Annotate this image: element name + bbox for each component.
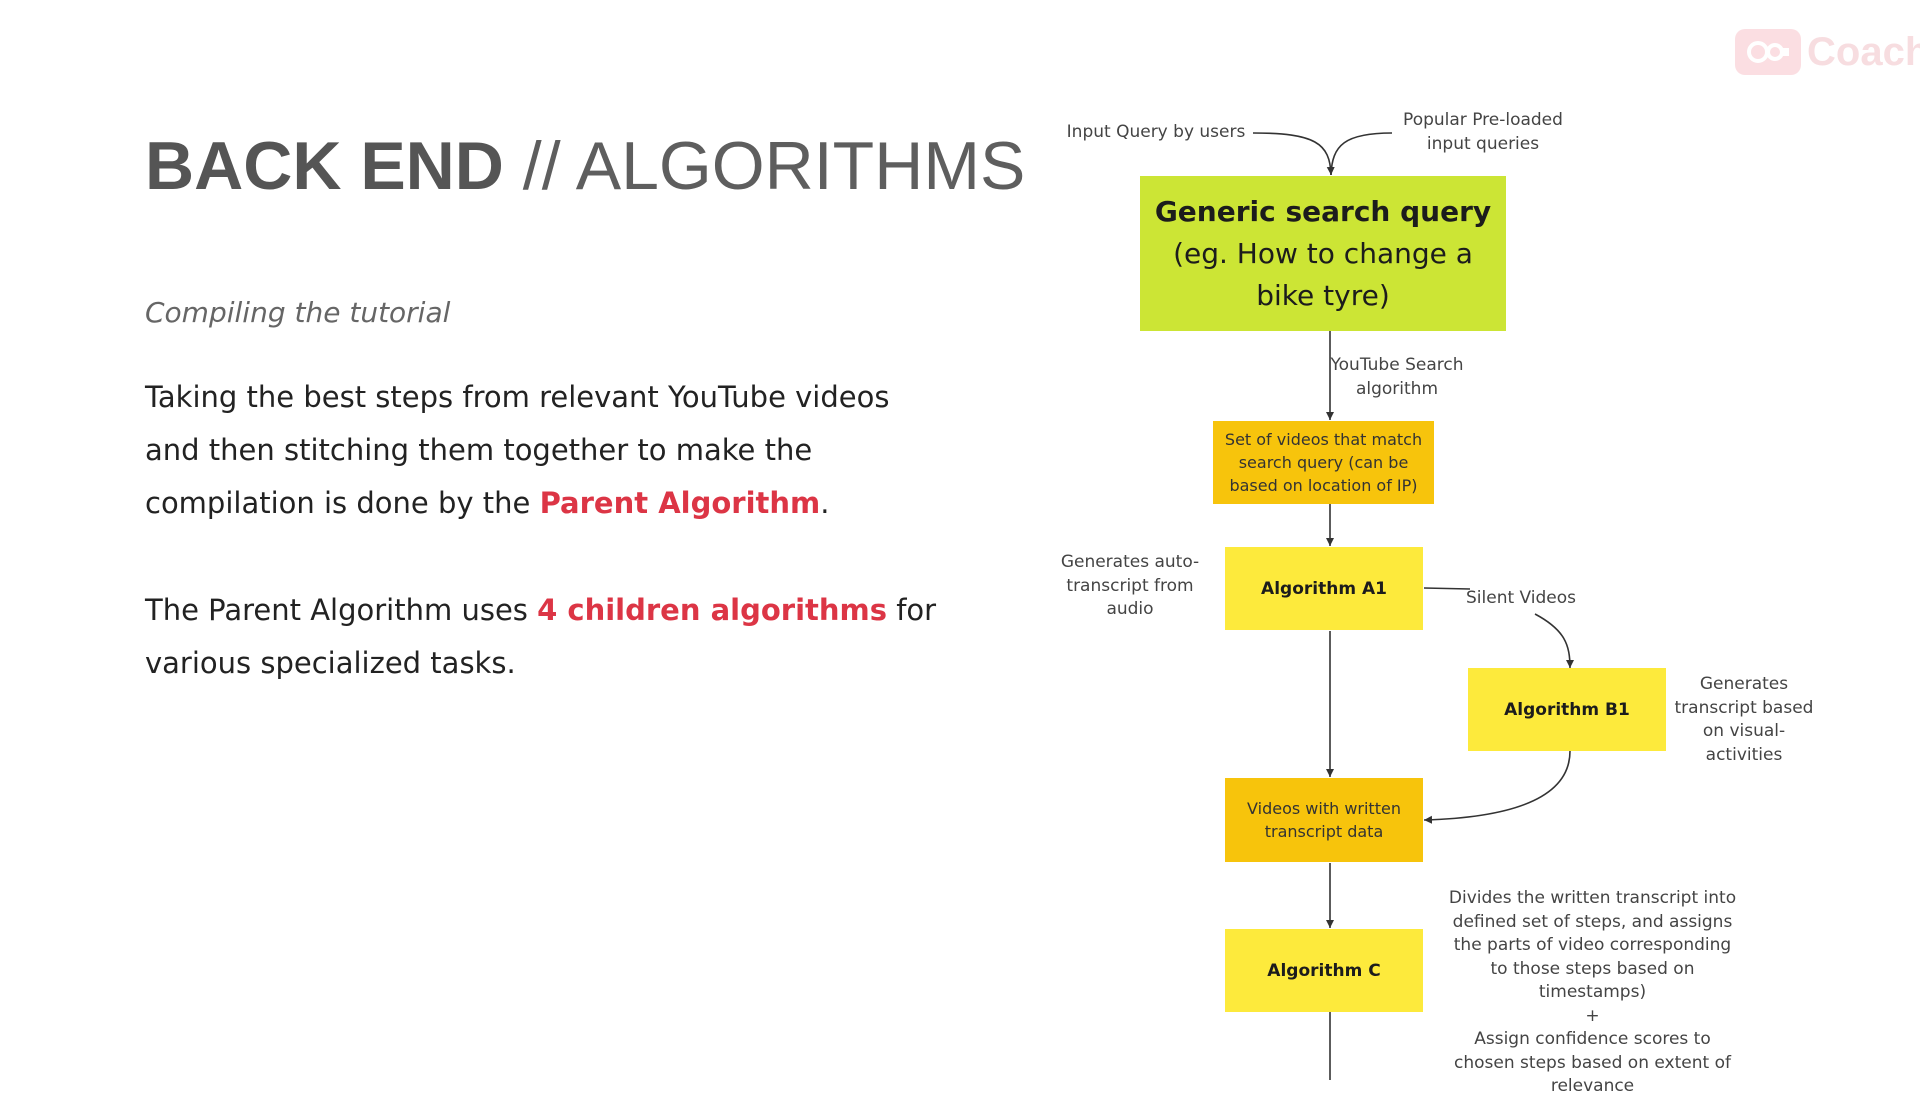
logo-text: Coach	[1807, 29, 1920, 74]
para2-text: The Parent Algorithm uses	[145, 593, 538, 627]
title-bold: BACK END	[145, 128, 504, 204]
algorithm-a1-box: Algorithm A1	[1225, 547, 1423, 630]
input-preloaded-label: Popular Pre-loaded input queries	[1403, 110, 1563, 154]
subtitle: Compiling the tutorial	[145, 296, 451, 329]
a1-note: Generates auto-transcript from audio	[1060, 552, 1200, 619]
para1-end: .	[820, 486, 830, 520]
input-users-label: Input Query by users	[1066, 122, 1246, 142]
description-paragraph-1: Taking the best steps from relevant YouT…	[145, 371, 945, 530]
arrow-b1-to-transcript	[1423, 750, 1571, 824]
c-note-part1: Divides the written transcript into defi…	[1448, 888, 1737, 1002]
parent-algorithm-highlight: Parent Algorithm	[539, 486, 821, 520]
b1-note: Generates transcript based on visual-act…	[1674, 674, 1814, 765]
videos-with-transcript-box: Videos with written transcript data	[1225, 778, 1423, 862]
generic-query-example: (eg. How to change a bike tyre)	[1173, 236, 1473, 312]
c-note-plus: +	[1585, 1005, 1600, 1026]
title-light: // ALGORITHMS	[503, 128, 1026, 204]
line-a1-to-silent	[1423, 587, 1471, 590]
description-paragraph-2: The Parent Algorithm uses 4 children alg…	[145, 584, 945, 690]
algorithm-c-box: Algorithm C	[1225, 929, 1423, 1012]
page-title: BACK END // ALGORITHMS	[145, 127, 1025, 205]
arrow-silent-to-b1	[1534, 613, 1574, 669]
youtube-search-label: YouTube Search algorithm	[1330, 355, 1464, 399]
arrow-users-to-query	[1252, 132, 1335, 176]
coach-logo: Coach	[1735, 26, 1920, 78]
set-of-videos-box: Set of videos that match search query (c…	[1213, 421, 1434, 504]
arrow-preloaded-to-query	[1330, 132, 1393, 176]
camera-reel-icon	[1735, 29, 1801, 75]
c-note-part2: Assign confidence scores to chosen steps…	[1454, 1029, 1731, 1096]
generic-query-title: Generic search query	[1154, 194, 1492, 228]
algorithm-b1-box: Algorithm B1	[1468, 668, 1666, 751]
generic-query-box: Generic search query (eg. How to change …	[1140, 176, 1506, 331]
children-algorithms-highlight: 4 children algorithms	[537, 593, 887, 627]
c-note: Divides the written transcript into defi…	[1445, 887, 1740, 1099]
silent-videos-label: Silent Videos	[1466, 588, 1577, 608]
